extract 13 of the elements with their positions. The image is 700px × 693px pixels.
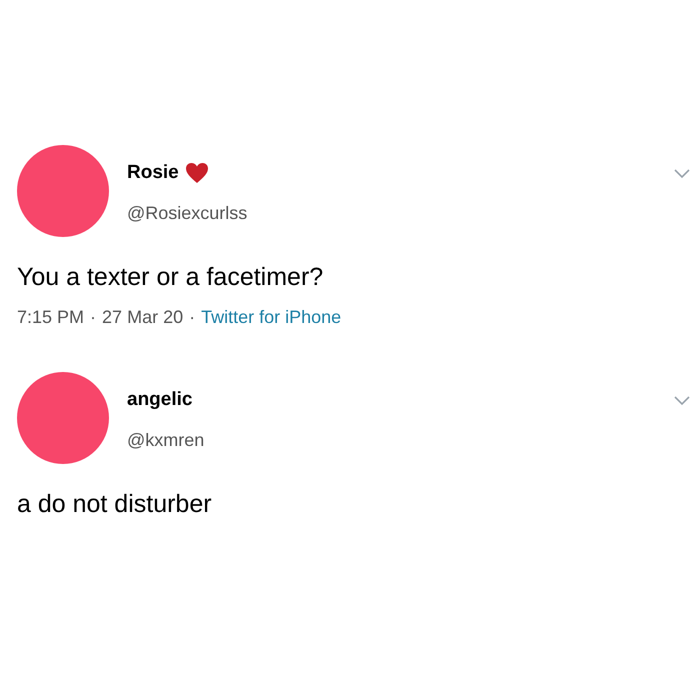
tweet-meta: 7:15 PM [17,306,84,329]
tweet-meta: · [90,306,96,329]
user-name: Rosie [127,161,179,185]
user-name: angelic [127,388,192,412]
tweet-text: a do not disturber [17,489,213,520]
user-handle: @kxmren [127,429,206,452]
chevron-down-icon[interactable] [674,169,690,179]
tweet-meta: 27 Mar 20 [102,306,184,329]
tweet-text: You a texter or a facetimer? [17,262,324,293]
user-handle: @Rosiexcurlss [127,202,248,225]
source-link[interactable]: Twitter for iPhone [201,305,342,329]
chevron-down-icon[interactable] [674,396,690,406]
tweet-meta: · [189,306,196,329]
